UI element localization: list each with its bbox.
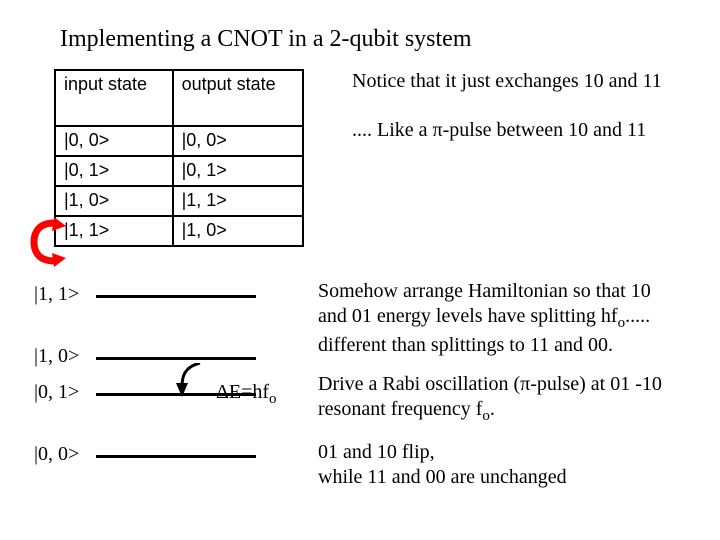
level-line (96, 455, 256, 458)
cell-in: |1, 1> (55, 216, 173, 246)
para-hamiltonian: Somehow arrange Hamiltonian so that 10 a… (318, 279, 678, 358)
table-row: |0, 1> |0, 1> (55, 156, 303, 186)
page-title: Implementing a CNOT in a 2-qubit system (60, 26, 690, 53)
para-text: . (490, 398, 495, 420)
energy-level-diagram: |1, 1> |1, 0> |0, 1> |0, 0> ΔE=hfo (34, 279, 284, 479)
para-rabi: Drive a Rabi oscillation (π-pulse) at 01… (318, 372, 678, 426)
truth-table-wrap: input state output state |0, 0> |0, 0> |… (54, 69, 304, 247)
level-line (96, 295, 256, 298)
delta-e-label: ΔE=hfo (216, 381, 277, 408)
para-sub: o (482, 408, 490, 424)
table-row: |1, 1> |1, 0> (55, 216, 303, 246)
side-notes: Notice that it just exchanges 10 and 11 … (352, 69, 662, 167)
level-label-10: |1, 0> (34, 345, 79, 368)
delta-e-sub: o (269, 391, 277, 407)
note-exchange: Notice that it just exchanges 10 and 11 (352, 69, 662, 94)
cell-in: |1, 0> (55, 186, 173, 216)
level-label-11: |1, 1> (34, 283, 79, 306)
table-header-input: input state (55, 70, 173, 126)
explanation-paragraphs: Somehow arrange Hamiltonian so that 10 a… (318, 279, 678, 504)
cell-out: |0, 1> (173, 156, 303, 186)
para-text: Somehow arrange Hamiltonian so that 10 a… (318, 280, 651, 327)
cell-in: |0, 0> (55, 126, 173, 156)
cell-in: |0, 1> (55, 156, 173, 186)
level-line (96, 357, 256, 360)
delta-e-arrow-icon (174, 363, 208, 399)
level-label-01: |0, 1> (34, 381, 79, 404)
truth-table: input state output state |0, 0> |0, 0> |… (54, 69, 304, 247)
cell-out: |1, 1> (173, 186, 303, 216)
note-pipulse: .... Like a π-pulse between 10 and 11 (352, 118, 662, 143)
delta-e-text: ΔE=hf (216, 381, 269, 403)
cell-out: |0, 0> (173, 126, 303, 156)
table-header-output: output state (173, 70, 303, 126)
swap-arrow-icon (30, 217, 66, 267)
para-sub: o (618, 315, 626, 331)
para-flip: 01 and 10 flip, while 11 and 00 are unch… (318, 440, 678, 490)
level-label-00: |0, 0> (34, 443, 79, 466)
table-row: |0, 0> |0, 0> (55, 126, 303, 156)
cell-out: |1, 0> (173, 216, 303, 246)
table-row: |1, 0> |1, 1> (55, 186, 303, 216)
